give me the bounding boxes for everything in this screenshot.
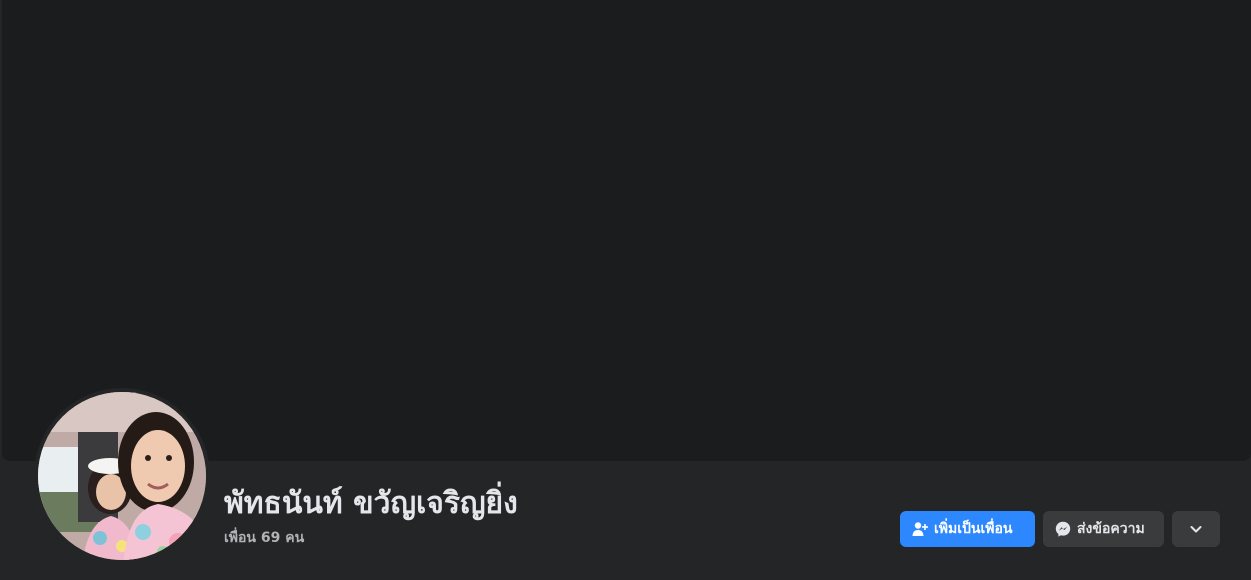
profile-photo-illustration [38,392,206,560]
cover-photo[interactable] [2,0,1251,461]
profile-actions: เพิ่มเป็นเพื่อน ส่งข้อความ [900,511,1220,547]
add-friend-label: เพิ่มเป็นเพื่อน [934,521,1013,537]
add-friend-button[interactable]: เพิ่มเป็นเพื่อน [900,511,1035,547]
message-label: ส่งข้อความ [1077,521,1145,537]
profile-name: พัทธนันท์ ขวัญเจริญยิ่ง [224,486,518,521]
friends-count[interactable]: เพื่อน 69 คน [224,528,304,548]
messenger-icon [1055,521,1071,537]
chevron-down-icon [1189,522,1203,536]
message-button[interactable]: ส่งข้อความ [1043,511,1164,547]
profile-picture[interactable] [38,392,206,560]
profile-picture-frame [34,388,210,564]
more-options-button[interactable] [1172,511,1220,547]
add-user-icon [912,521,928,537]
profile-header: พัทธนันท์ ขวัญเจริญยิ่ง เพื่อน 69 คน เพิ… [0,0,1251,580]
